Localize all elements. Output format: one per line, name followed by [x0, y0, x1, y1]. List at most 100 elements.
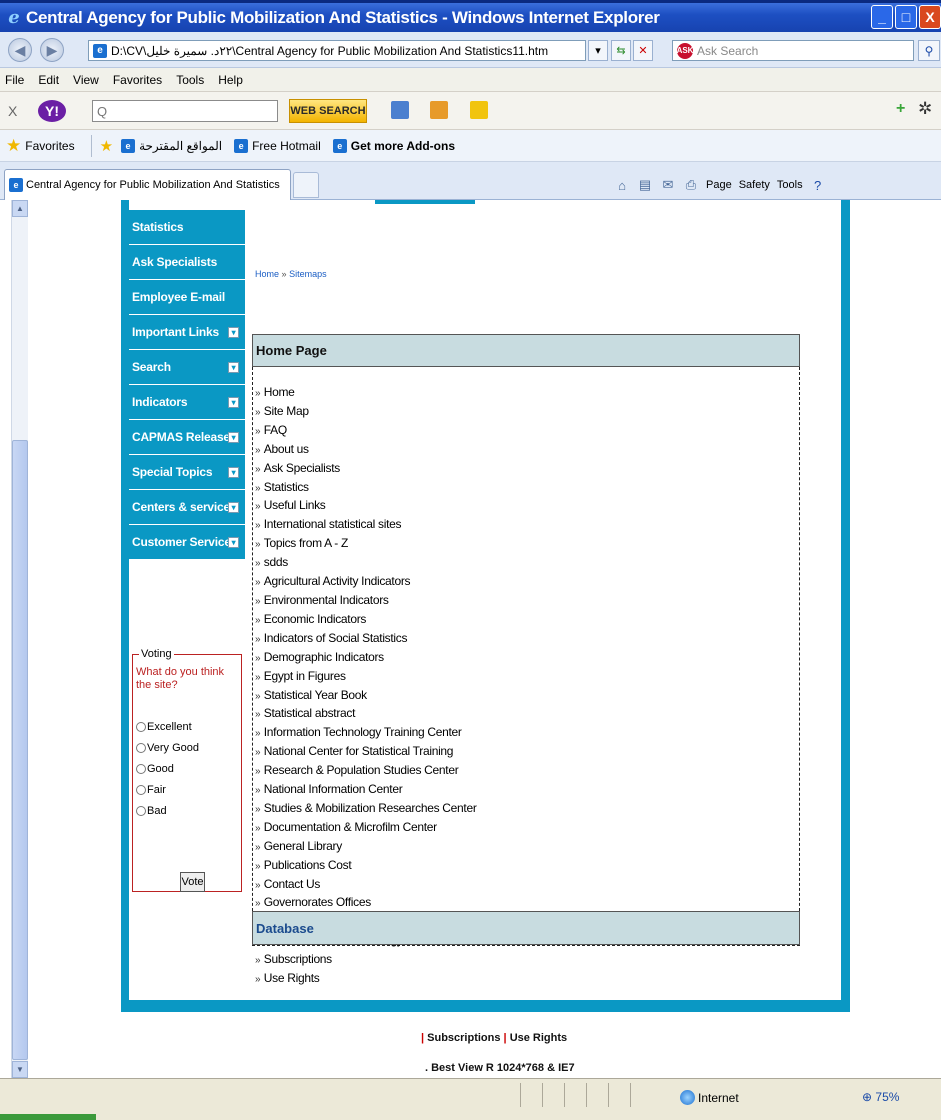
expand-icon[interactable]: ▾: [228, 362, 239, 373]
sitemap-link[interactable]: » Research & Population Studies Center: [255, 762, 799, 781]
radio-button[interactable]: [136, 806, 146, 816]
sitemap-link[interactable]: » International statistical sites: [255, 516, 799, 535]
add-icon[interactable]: +: [896, 100, 905, 118]
sitemap-link[interactable]: » sdds: [255, 554, 799, 573]
mail-icon[interactable]: [391, 101, 409, 119]
expand-icon[interactable]: ▾: [228, 432, 239, 443]
vote-option-bad[interactable]: Bad: [136, 805, 238, 817]
sitemap-link[interactable]: » Demographic Indicators: [255, 649, 799, 668]
sitemap-link[interactable]: » Site Map: [255, 403, 799, 422]
gear-icon[interactable]: ✲: [918, 99, 932, 119]
sitemap-link[interactable]: » Egypt in Figures: [255, 668, 799, 687]
breadcrumb-current[interactable]: Sitemaps: [289, 269, 327, 279]
back-button[interactable]: ◀: [8, 38, 32, 62]
zoom-level[interactable]: ⊕ 75%: [862, 1090, 899, 1104]
suggested-sites-link[interactable]: المواقع المقترحة: [139, 139, 222, 153]
sidebar-item-centers-services[interactable]: Centers & services ▾: [129, 490, 245, 525]
radio-button[interactable]: [136, 722, 146, 732]
scroll-thumb[interactable]: [12, 440, 28, 1060]
sidebar-item-special-topics[interactable]: Special Topics ▾: [129, 455, 245, 490]
sitemap-link[interactable]: » Publications Cost: [255, 857, 799, 876]
expand-icon[interactable]: ▾: [228, 467, 239, 478]
sidebar-item-indicators[interactable]: Indicators ▾: [129, 385, 245, 420]
sitemap-link[interactable]: » Statistical Year Book: [255, 687, 799, 706]
sidebar-item-customer-service[interactable]: Customer Service ▾: [129, 525, 245, 560]
web-search-button[interactable]: WEB SEARCH: [289, 99, 367, 123]
help-icon[interactable]: ?: [810, 177, 826, 193]
footer-use-rights-link[interactable]: Use Rights: [510, 1032, 567, 1044]
scroll-down-icon[interactable]: ▼: [12, 1061, 28, 1078]
sitemap-link[interactable]: » Agricultural Activity Indicators: [255, 573, 799, 592]
maximize-button[interactable]: □: [895, 5, 917, 29]
url-dropdown-button[interactable]: ▾: [588, 40, 608, 61]
url-field[interactable]: e D:\CV\٢٢د. سميرة خليل\Central Agency f…: [88, 40, 586, 61]
vote-button[interactable]: Vote: [180, 872, 205, 892]
minimize-button[interactable]: _: [871, 5, 893, 29]
sitemap-link[interactable]: » Statistical abstract: [255, 705, 799, 724]
refresh-button[interactable]: ⇆: [611, 40, 631, 61]
sidebar-item-important-links[interactable]: Important Links ▾: [129, 315, 245, 350]
sitemap-link[interactable]: » General Library: [255, 838, 799, 857]
sidebar-item-capmas-releases[interactable]: CAPMAS Releases ▾: [129, 420, 245, 455]
radio-button[interactable]: [136, 785, 146, 795]
sitemap-link[interactable]: » National Center for Statistical Traini…: [255, 743, 799, 762]
sitemap-link[interactable]: » Indicators of Social Statistics: [255, 630, 799, 649]
sitemap-link[interactable]: » Use Rights: [255, 970, 799, 989]
menu-tools[interactable]: Tools: [176, 73, 204, 87]
scroll-up-icon[interactable]: ▲: [12, 200, 28, 217]
expand-icon[interactable]: ▾: [228, 397, 239, 408]
sidebar-item-search[interactable]: Search ▾: [129, 350, 245, 385]
menu-help[interactable]: Help: [218, 73, 243, 87]
vote-option-good[interactable]: Good: [136, 763, 238, 775]
search-button[interactable]: ⚲: [918, 40, 940, 61]
sidebar-item-ask-specialists[interactable]: Ask Specialists: [129, 245, 245, 280]
tab-capmas[interactable]: e Central Agency for Public Mobilization…: [4, 169, 291, 200]
sitemap-link[interactable]: » Environmental Indicators: [255, 592, 799, 611]
sitemap-link[interactable]: » Statistics: [255, 479, 799, 498]
vote-option-excellent[interactable]: Excellent: [136, 721, 238, 733]
read-mail-icon[interactable]: ✉: [660, 177, 676, 193]
expand-icon[interactable]: ▾: [228, 327, 239, 338]
vote-option-fair[interactable]: Fair: [136, 784, 238, 796]
page-menu[interactable]: Page: [706, 179, 732, 191]
menu-file[interactable]: File: [5, 73, 24, 87]
favorites-button[interactable]: Favorites: [25, 139, 74, 153]
tools-menu[interactable]: Tools: [777, 179, 803, 191]
stop-button[interactable]: ✕: [633, 40, 653, 61]
sitemap-link[interactable]: » National Information Center: [255, 781, 799, 800]
footer-subscriptions-link[interactable]: Subscriptions: [427, 1032, 500, 1044]
sitemap-link[interactable]: » FAQ: [255, 422, 799, 441]
vertical-scrollbar[interactable]: ▲ ▼: [11, 200, 28, 1078]
vote-option-very-good[interactable]: Very Good: [136, 742, 238, 754]
ask-search-input[interactable]: ASK Ask Search: [672, 40, 914, 61]
new-tab-button[interactable]: [293, 172, 319, 198]
menu-view[interactable]: View: [73, 73, 99, 87]
home-icon[interactable]: ⌂: [614, 177, 630, 193]
addons-link[interactable]: Get more Add-ons: [351, 139, 455, 153]
free-hotmail-link[interactable]: Free Hotmail: [252, 139, 321, 153]
sitemap-link[interactable]: » Contact Us: [255, 876, 799, 895]
sitemap-link[interactable]: » Ask Specialists: [255, 460, 799, 479]
database-heading[interactable]: Database: [252, 911, 800, 945]
expand-icon[interactable]: ▾: [228, 537, 239, 548]
radio-button[interactable]: [136, 764, 146, 774]
expand-icon[interactable]: ▾: [228, 502, 239, 513]
add-favorite-icon[interactable]: ★: [100, 137, 113, 155]
feeds-icon[interactable]: ▤: [637, 177, 653, 193]
sitemap-link[interactable]: » Economic Indicators: [255, 611, 799, 630]
yahoo-logo-icon[interactable]: Y!: [38, 100, 66, 122]
sitemap-link[interactable]: » Information Technology Training Center: [255, 724, 799, 743]
menu-edit[interactable]: Edit: [38, 73, 59, 87]
close-toolbar-icon[interactable]: X: [8, 103, 17, 119]
safety-menu[interactable]: Safety: [739, 179, 770, 191]
sitemap-link[interactable]: » Subscriptions: [255, 951, 799, 970]
yahoo-search-input[interactable]: Q: [92, 100, 278, 122]
security-zone[interactable]: Internet: [680, 1090, 739, 1105]
breadcrumb-home-link[interactable]: Home: [255, 269, 279, 279]
sitemap-link[interactable]: » Studies & Mobilization Researches Cent…: [255, 800, 799, 819]
sidebar-item-statistics[interactable]: Statistics: [129, 210, 245, 245]
sitemap-link[interactable]: » About us: [255, 441, 799, 460]
ebay-icon[interactable]: [470, 101, 488, 119]
radio-button[interactable]: [136, 743, 146, 753]
menu-favorites[interactable]: Favorites: [113, 73, 162, 87]
